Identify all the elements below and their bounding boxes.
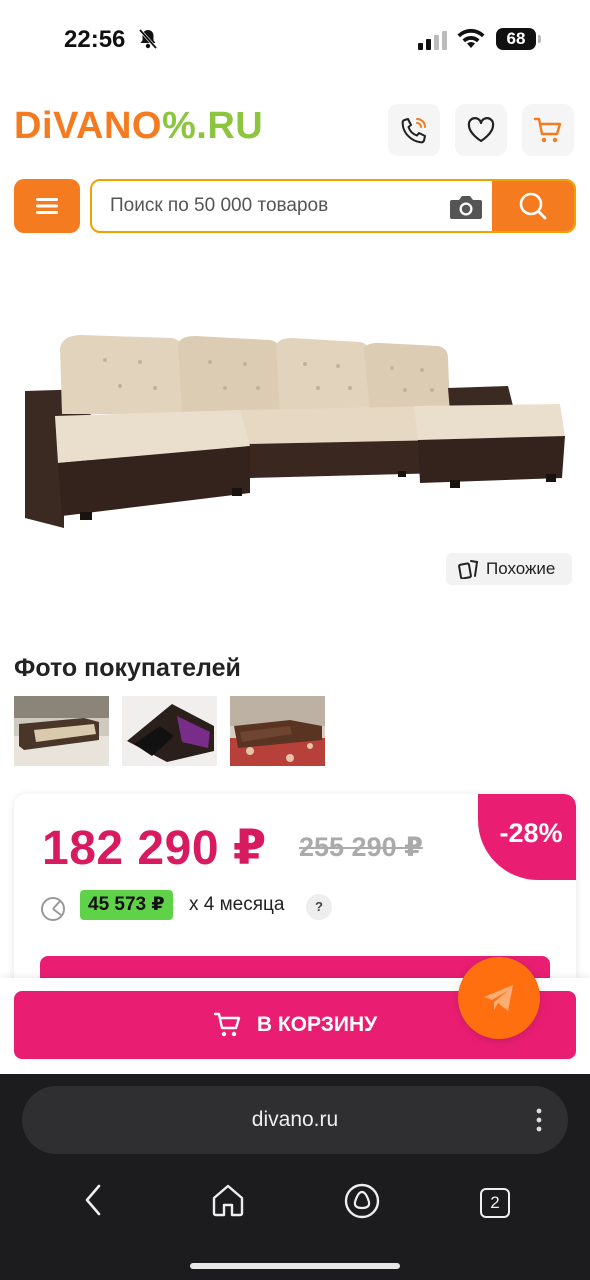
call-button[interactable] (388, 104, 440, 156)
similar-label: Похожие (486, 559, 556, 578)
browser-toolbar: divano.ru 2 (0, 1074, 590, 1280)
buyer-photo-3[interactable] (230, 696, 325, 766)
battery-tip (538, 35, 541, 43)
sofa-product-image (25, 335, 565, 528)
home-indicator (190, 1263, 400, 1269)
battery-level: 68 (496, 28, 536, 50)
logo-text-percent: % (161, 105, 197, 147)
site-logo[interactable]: DiVANO%.RU (14, 104, 263, 148)
installment-term: х 4 месяца (189, 894, 285, 915)
similar-products-button[interactable]: Похожие (446, 553, 572, 585)
camera-icon[interactable] (448, 193, 484, 221)
old-price: 255 290 ₽ (299, 832, 423, 862)
search-bar (90, 179, 576, 233)
wifi-icon (457, 28, 485, 48)
add-to-cart-label: В КОРЗИНУ (256, 1013, 378, 1036)
search-submit-button[interactable] (492, 181, 574, 231)
search-icon (519, 192, 547, 220)
telegram-icon (484, 985, 513, 1011)
buyer-photos-title: Фото покупателей (14, 654, 241, 682)
installment-amount: 45 573 ₽ (80, 890, 173, 920)
current-price: 182 290 ₽ (42, 822, 267, 875)
split-payment-icon (41, 897, 65, 921)
back-icon[interactable] (82, 1182, 104, 1218)
url-text: divano.ru (251, 1108, 339, 1131)
clock: 22:56 (64, 26, 126, 53)
buyer-photo-2[interactable] (122, 696, 217, 766)
installment-help-button[interactable]: ? (306, 894, 332, 920)
catalog-menu-button[interactable] (14, 179, 80, 233)
more-options-icon[interactable] (536, 1108, 542, 1132)
tabs-button[interactable]: 2 (480, 1188, 510, 1218)
logo-text-divano: DiVANO (14, 105, 162, 147)
mute-bell-icon (138, 29, 158, 49)
buyer-photo-1[interactable] (14, 696, 109, 766)
status-bar: 22:56 68 (0, 0, 590, 80)
cards-icon (458, 560, 479, 579)
search-input[interactable] (92, 181, 492, 231)
logo-text-ru: .RU (196, 105, 264, 147)
address-bar[interactable]: divano.ru (22, 1086, 568, 1154)
favorites-button[interactable] (455, 104, 507, 156)
cart-icon (533, 117, 562, 143)
home-icon[interactable] (210, 1182, 246, 1218)
heart-icon (467, 117, 495, 143)
cart-button[interactable] (522, 104, 574, 156)
discount-badge: -28% (478, 794, 576, 880)
hamburger-icon (36, 198, 58, 214)
phone-call-icon (401, 118, 426, 144)
assistant-icon[interactable] (343, 1182, 381, 1220)
cart-icon (213, 1012, 241, 1037)
cellular-signal-icon (418, 31, 447, 50)
telegram-chat-button[interactable] (458, 957, 540, 1039)
